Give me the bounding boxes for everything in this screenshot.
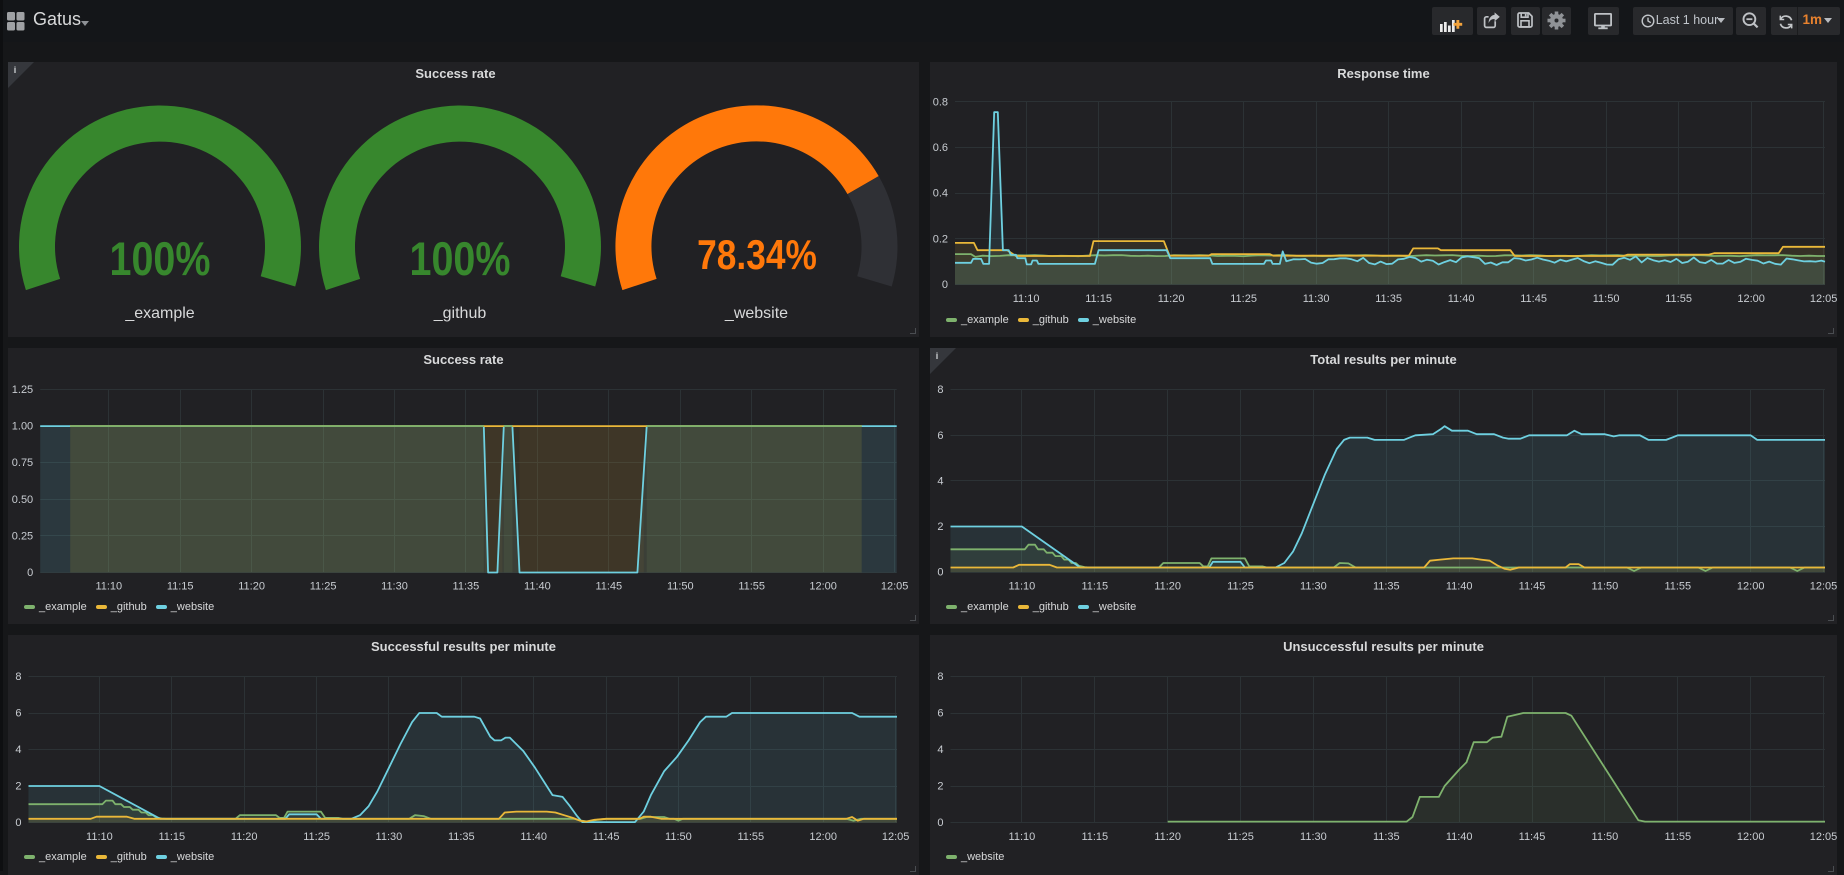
svg-text:2: 2 bbox=[15, 780, 21, 792]
svg-text:8: 8 bbox=[937, 384, 943, 396]
svg-text:11:35: 11:35 bbox=[1373, 831, 1400, 843]
svg-text:0.25: 0.25 bbox=[12, 530, 33, 542]
svg-text:0.75: 0.75 bbox=[12, 457, 33, 469]
svg-text:11:55: 11:55 bbox=[1664, 831, 1691, 843]
svg-text:11:15: 11:15 bbox=[158, 831, 185, 843]
svg-text:0.4: 0.4 bbox=[933, 188, 948, 200]
svg-text:4: 4 bbox=[15, 744, 21, 756]
svg-text:12:05: 12:05 bbox=[882, 831, 910, 843]
svg-text:6: 6 bbox=[15, 707, 21, 719]
svg-text:11:55: 11:55 bbox=[738, 580, 765, 592]
svg-text:12:00: 12:00 bbox=[1737, 293, 1765, 305]
svg-text:11:25: 11:25 bbox=[310, 580, 337, 592]
svg-text:0.8: 0.8 bbox=[933, 96, 948, 108]
svg-text:0: 0 bbox=[937, 566, 943, 578]
svg-text:8: 8 bbox=[15, 671, 21, 683]
svg-text:0.50: 0.50 bbox=[12, 493, 33, 505]
svg-text:11:40: 11:40 bbox=[1446, 831, 1473, 843]
svg-text:0: 0 bbox=[27, 567, 33, 579]
svg-text:11:55: 11:55 bbox=[1665, 293, 1692, 305]
svg-text:11:45: 11:45 bbox=[595, 580, 622, 592]
svg-text:11:25: 11:25 bbox=[1227, 580, 1254, 592]
svg-text:8: 8 bbox=[937, 671, 943, 683]
svg-text:12:05: 12:05 bbox=[1810, 580, 1837, 592]
svg-text:11:30: 11:30 bbox=[376, 831, 403, 843]
svg-text:11:40: 11:40 bbox=[1448, 293, 1475, 305]
svg-text:11:50: 11:50 bbox=[667, 580, 694, 592]
svg-text:12:05: 12:05 bbox=[881, 580, 909, 592]
svg-text:11:15: 11:15 bbox=[167, 580, 194, 592]
svg-text:12:00: 12:00 bbox=[1737, 580, 1765, 592]
svg-text:11:50: 11:50 bbox=[1592, 831, 1619, 843]
svg-text:12:05: 12:05 bbox=[1810, 293, 1837, 305]
svg-text:11:35: 11:35 bbox=[453, 580, 480, 592]
svg-text:11:40: 11:40 bbox=[1446, 580, 1473, 592]
svg-text:11:45: 11:45 bbox=[593, 831, 620, 843]
svg-text:11:15: 11:15 bbox=[1081, 831, 1108, 843]
svg-text:1.25: 1.25 bbox=[12, 384, 33, 396]
svg-text:11:45: 11:45 bbox=[1519, 831, 1546, 843]
svg-text:6: 6 bbox=[937, 429, 943, 441]
svg-text:12:00: 12:00 bbox=[809, 831, 837, 843]
svg-text:11:15: 11:15 bbox=[1081, 580, 1108, 592]
svg-text:11:50: 11:50 bbox=[1593, 293, 1620, 305]
svg-text:12:00: 12:00 bbox=[1737, 831, 1765, 843]
svg-text:11:55: 11:55 bbox=[737, 831, 764, 843]
svg-text:11:55: 11:55 bbox=[1664, 580, 1691, 592]
svg-text:4: 4 bbox=[937, 475, 943, 487]
svg-text:11:20: 11:20 bbox=[1158, 293, 1185, 305]
svg-text:11:10: 11:10 bbox=[1009, 580, 1036, 592]
svg-text:11:40: 11:40 bbox=[524, 580, 551, 592]
svg-text:11:40: 11:40 bbox=[520, 831, 547, 843]
svg-text:11:10: 11:10 bbox=[95, 580, 122, 592]
svg-text:11:25: 11:25 bbox=[1227, 831, 1254, 843]
svg-text:2: 2 bbox=[937, 780, 943, 792]
svg-text:0: 0 bbox=[15, 817, 21, 829]
svg-text:11:20: 11:20 bbox=[1154, 831, 1181, 843]
svg-text:11:30: 11:30 bbox=[381, 580, 408, 592]
svg-text:11:35: 11:35 bbox=[1375, 293, 1402, 305]
svg-text:0.6: 0.6 bbox=[933, 142, 948, 154]
svg-text:11:35: 11:35 bbox=[1373, 580, 1400, 592]
svg-text:11:35: 11:35 bbox=[448, 831, 475, 843]
svg-text:11:45: 11:45 bbox=[1520, 293, 1547, 305]
svg-text:11:15: 11:15 bbox=[1085, 293, 1112, 305]
svg-text:11:10: 11:10 bbox=[1009, 831, 1036, 843]
svg-text:2: 2 bbox=[937, 521, 943, 533]
svg-text:0: 0 bbox=[937, 817, 943, 829]
svg-text:11:20: 11:20 bbox=[1154, 580, 1181, 592]
svg-text:11:25: 11:25 bbox=[303, 831, 330, 843]
svg-text:11:10: 11:10 bbox=[1013, 293, 1040, 305]
svg-text:0.2: 0.2 bbox=[933, 233, 948, 245]
svg-text:11:50: 11:50 bbox=[1592, 580, 1619, 592]
svg-text:0: 0 bbox=[942, 279, 948, 291]
svg-text:11:20: 11:20 bbox=[231, 831, 258, 843]
svg-text:12:05: 12:05 bbox=[1810, 831, 1837, 843]
svg-text:6: 6 bbox=[937, 707, 943, 719]
svg-text:4: 4 bbox=[937, 744, 943, 756]
svg-text:11:20: 11:20 bbox=[238, 580, 265, 592]
svg-text:12:00: 12:00 bbox=[809, 580, 837, 592]
svg-text:11:25: 11:25 bbox=[1230, 293, 1257, 305]
svg-text:11:30: 11:30 bbox=[1300, 831, 1327, 843]
svg-text:11:10: 11:10 bbox=[86, 831, 113, 843]
svg-text:1.00: 1.00 bbox=[12, 420, 33, 432]
svg-text:11:50: 11:50 bbox=[665, 831, 692, 843]
svg-text:11:45: 11:45 bbox=[1519, 580, 1546, 592]
svg-text:11:30: 11:30 bbox=[1300, 580, 1327, 592]
svg-text:11:30: 11:30 bbox=[1303, 293, 1330, 305]
